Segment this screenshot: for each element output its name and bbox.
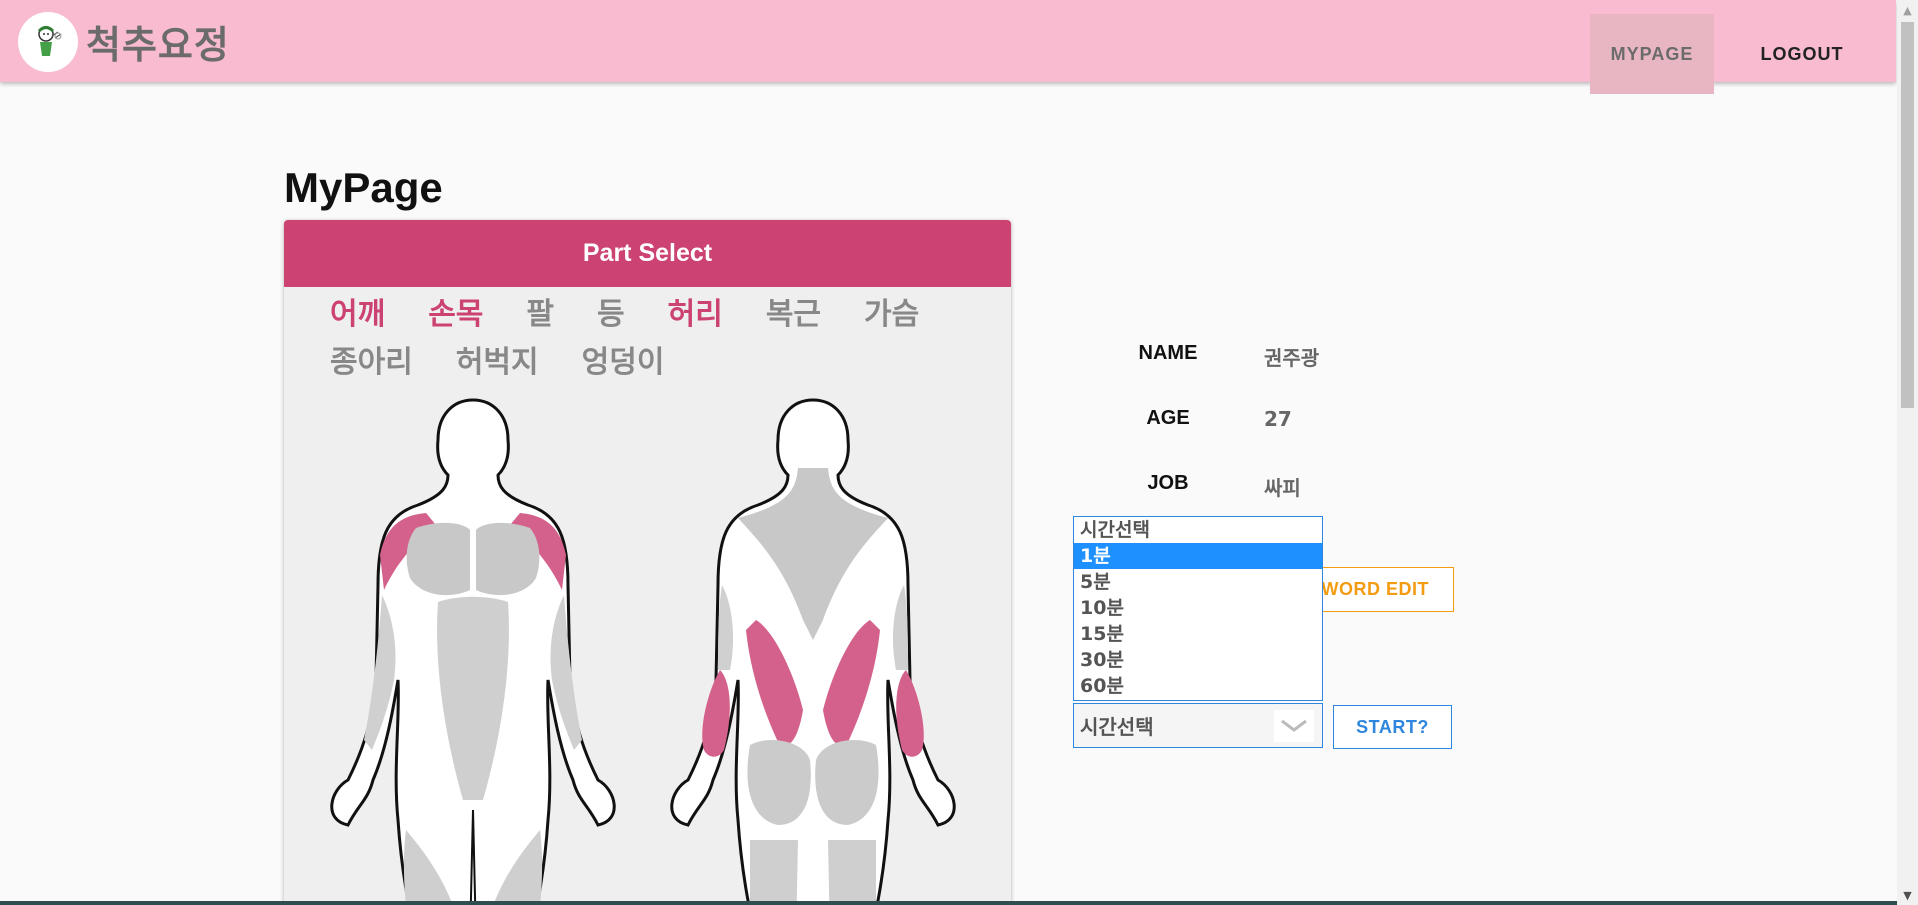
part-list: 어깨 손목 팔 등 허리 복근 가슴종아리 허벅지 엉덩이 bbox=[330, 296, 970, 382]
part-option[interactable]: 허벅지 bbox=[456, 344, 539, 382]
profile-job-row: JOB 싸피 bbox=[1136, 472, 1466, 502]
profile-age-row: AGE 27 bbox=[1136, 407, 1466, 437]
time-option[interactable]: 시간선택 bbox=[1074, 517, 1322, 543]
part-select-title: Part Select bbox=[284, 220, 1011, 287]
age-value: 27 bbox=[1264, 407, 1292, 431]
part-option[interactable]: 손목 bbox=[428, 296, 483, 334]
part-option[interactable]: 복근 bbox=[766, 296, 821, 334]
part-option[interactable]: 등 bbox=[597, 296, 625, 334]
job-value: 싸피 bbox=[1264, 476, 1301, 500]
name-value: 권주광 bbox=[1264, 346, 1320, 370]
part-option[interactable]: 허리 bbox=[668, 296, 723, 334]
brand-name[interactable]: 척추요정 bbox=[86, 14, 230, 69]
time-select[interactable]: 시간선택 bbox=[1073, 703, 1323, 748]
scroll-thumb[interactable] bbox=[1901, 22, 1914, 408]
logo-fairy-icon[interactable] bbox=[18, 12, 78, 72]
nav-mypage[interactable]: MYPAGE bbox=[1590, 14, 1714, 94]
page-scrollbar[interactable]: ▲ ▼ bbox=[1897, 0, 1918, 905]
profile-name-row: NAME 권주광 bbox=[1136, 342, 1466, 372]
time-option[interactable]: 10분 bbox=[1074, 595, 1322, 621]
part-option[interactable]: 어깨 bbox=[330, 296, 385, 334]
part-option[interactable]: 팔 bbox=[526, 296, 554, 334]
part-option[interactable]: 엉덩이 bbox=[582, 344, 665, 382]
part-option[interactable]: 종아리 bbox=[330, 344, 413, 382]
chevron-down-icon[interactable] bbox=[1274, 710, 1314, 742]
time-select-dropdown[interactable]: 시간선택 1분 5분 10분 15분 30분 60분 bbox=[1073, 516, 1323, 701]
scroll-down-arrow-icon[interactable]: ▼ bbox=[1897, 885, 1918, 905]
name-label: NAME bbox=[1138, 342, 1198, 364]
start-button[interactable]: START? bbox=[1333, 705, 1452, 749]
page-title: MyPage bbox=[284, 164, 443, 211]
front-body-figure bbox=[330, 398, 616, 905]
time-select-value: 시간선택 bbox=[1080, 715, 1154, 739]
time-option[interactable]: 5분 bbox=[1074, 569, 1322, 595]
job-label: JOB bbox=[1147, 472, 1189, 494]
time-option[interactable]: 60분 bbox=[1074, 673, 1322, 699]
nav-logout[interactable]: LOGOUT bbox=[1740, 14, 1864, 94]
top-navbar: 척추요정 MYPAGE LOGOUT bbox=[0, 0, 1896, 94]
scroll-up-arrow-icon[interactable]: ▲ bbox=[1897, 0, 1918, 20]
time-option[interactable]: 30분 bbox=[1074, 647, 1322, 673]
time-option[interactable]: 1분 bbox=[1074, 543, 1322, 569]
age-label: AGE bbox=[1146, 407, 1190, 429]
window-bottom-edge bbox=[0, 901, 1897, 905]
back-body-figure bbox=[670, 398, 956, 905]
part-select-card: Part Select 어깨 손목 팔 등 허리 복근 가슴종아리 허벅지 엉덩이 bbox=[284, 220, 1011, 905]
part-option[interactable]: 가슴 bbox=[864, 296, 919, 334]
time-option[interactable]: 15분 bbox=[1074, 621, 1322, 647]
body-map-figure[interactable] bbox=[298, 380, 998, 905]
